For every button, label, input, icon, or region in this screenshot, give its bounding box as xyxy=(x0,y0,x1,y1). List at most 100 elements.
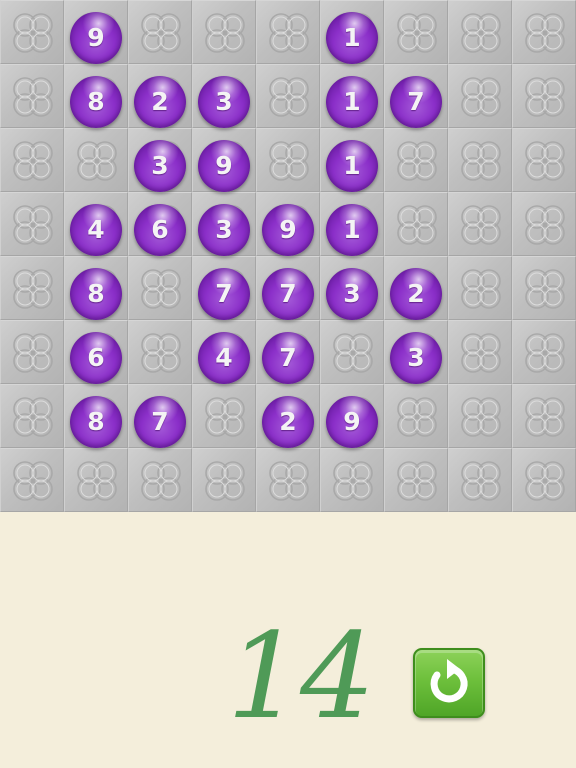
tile-clover-icon xyxy=(461,77,501,117)
number-ball[interactable]: 7 xyxy=(198,268,250,320)
restart-button[interactable] xyxy=(413,648,485,718)
board-tile xyxy=(512,448,576,512)
tile-clover-icon xyxy=(77,461,117,501)
tile-clover-icon xyxy=(205,461,245,501)
number-ball[interactable]: 3 xyxy=(198,76,250,128)
board-tile xyxy=(448,320,512,384)
board-tile xyxy=(192,384,256,448)
tile-clover-icon xyxy=(13,77,53,117)
number-ball[interactable]: 4 xyxy=(198,332,250,384)
number-ball[interactable]: 7 xyxy=(262,332,314,384)
ball-number: 6 xyxy=(151,215,169,244)
tile-clover-icon xyxy=(333,333,373,373)
tile-clover-icon xyxy=(461,141,501,181)
ball-number: 2 xyxy=(151,87,169,116)
board-tile xyxy=(448,384,512,448)
ball-number: 3 xyxy=(151,151,169,180)
board-tile xyxy=(128,320,192,384)
board-tile xyxy=(448,128,512,192)
number-ball[interactable]: 9 xyxy=(262,204,314,256)
number-ball[interactable]: 8 xyxy=(70,396,122,448)
tile-clover-icon xyxy=(13,461,53,501)
tile-clover-icon xyxy=(525,141,565,181)
ball-number: 1 xyxy=(343,215,361,244)
tile-clover-icon xyxy=(397,205,437,245)
ball-number: 3 xyxy=(343,279,361,308)
tile-clover-icon xyxy=(525,77,565,117)
board-tile xyxy=(512,64,576,128)
number-ball[interactable]: 6 xyxy=(70,332,122,384)
board-tile xyxy=(192,0,256,64)
board-tile xyxy=(512,256,576,320)
board-tile xyxy=(384,0,448,64)
tile-clover-icon xyxy=(77,141,117,181)
ball-number: 3 xyxy=(215,215,233,244)
tile-clover-icon xyxy=(461,397,501,437)
board-tile xyxy=(512,384,576,448)
tile-clover-icon xyxy=(141,333,181,373)
number-ball[interactable]: 7 xyxy=(134,396,186,448)
board-tile xyxy=(0,256,64,320)
board-tile xyxy=(64,128,128,192)
number-ball[interactable]: 1 xyxy=(326,140,378,192)
number-ball[interactable]: 3 xyxy=(134,140,186,192)
number-ball[interactable]: 6 xyxy=(134,204,186,256)
number-ball[interactable]: 3 xyxy=(390,332,442,384)
ball-number: 7 xyxy=(279,343,297,372)
ball-number: 1 xyxy=(343,23,361,52)
tile-clover-icon xyxy=(397,461,437,501)
ball-number: 4 xyxy=(87,215,105,244)
tile-clover-icon xyxy=(269,461,309,501)
tile-clover-icon xyxy=(13,205,53,245)
number-ball[interactable]: 9 xyxy=(198,140,250,192)
board-tile xyxy=(384,128,448,192)
number-ball[interactable]: 1 xyxy=(326,76,378,128)
ball-number: 7 xyxy=(151,407,169,436)
board-tile xyxy=(512,320,576,384)
number-ball[interactable]: 3 xyxy=(326,268,378,320)
ball-number: 4 xyxy=(215,343,233,372)
number-ball[interactable]: 9 xyxy=(70,12,122,64)
ball-number: 9 xyxy=(279,215,297,244)
board-tile xyxy=(384,448,448,512)
number-ball[interactable]: 2 xyxy=(134,76,186,128)
ball-number: 9 xyxy=(343,407,361,436)
board-tile xyxy=(448,448,512,512)
board-tile xyxy=(0,320,64,384)
tile-clover-icon xyxy=(397,13,437,53)
number-ball[interactable]: 4 xyxy=(70,204,122,256)
tile-clover-icon xyxy=(397,141,437,181)
ball-number: 2 xyxy=(279,407,297,436)
tile-clover-icon xyxy=(13,397,53,437)
board-tile xyxy=(256,128,320,192)
number-ball[interactable]: 2 xyxy=(390,268,442,320)
tile-clover-icon xyxy=(525,397,565,437)
tile-clover-icon xyxy=(525,269,565,309)
tile-clover-icon xyxy=(13,269,53,309)
number-ball[interactable]: 3 xyxy=(198,204,250,256)
tile-clover-icon xyxy=(525,461,565,501)
number-ball[interactable]: 8 xyxy=(70,268,122,320)
number-ball[interactable]: 8 xyxy=(70,76,122,128)
board-tile xyxy=(256,64,320,128)
tile-clover-icon xyxy=(333,461,373,501)
board-tile xyxy=(256,448,320,512)
tile-clover-icon xyxy=(141,13,181,53)
number-ball[interactable]: 1 xyxy=(326,204,378,256)
restart-icon xyxy=(430,659,468,703)
tile-clover-icon xyxy=(269,77,309,117)
number-ball[interactable]: 7 xyxy=(262,268,314,320)
game-board: 9 1 8 2 3 1 7 3 9 1 4 6 3 9 1 8 7 7 3 2 6 4 7 3 8 7 2 9 xyxy=(0,0,576,512)
board-tile xyxy=(320,320,384,384)
number-ball[interactable]: 9 xyxy=(326,396,378,448)
number-ball[interactable]: 7 xyxy=(390,76,442,128)
board-tile xyxy=(448,64,512,128)
ball-number: 2 xyxy=(407,279,425,308)
number-ball[interactable]: 1 xyxy=(326,12,378,64)
number-ball[interactable]: 2 xyxy=(262,396,314,448)
tile-clover-icon xyxy=(269,141,309,181)
board-tile xyxy=(0,64,64,128)
tile-clover-icon xyxy=(525,13,565,53)
board-tile xyxy=(128,256,192,320)
ball-number: 9 xyxy=(215,151,233,180)
